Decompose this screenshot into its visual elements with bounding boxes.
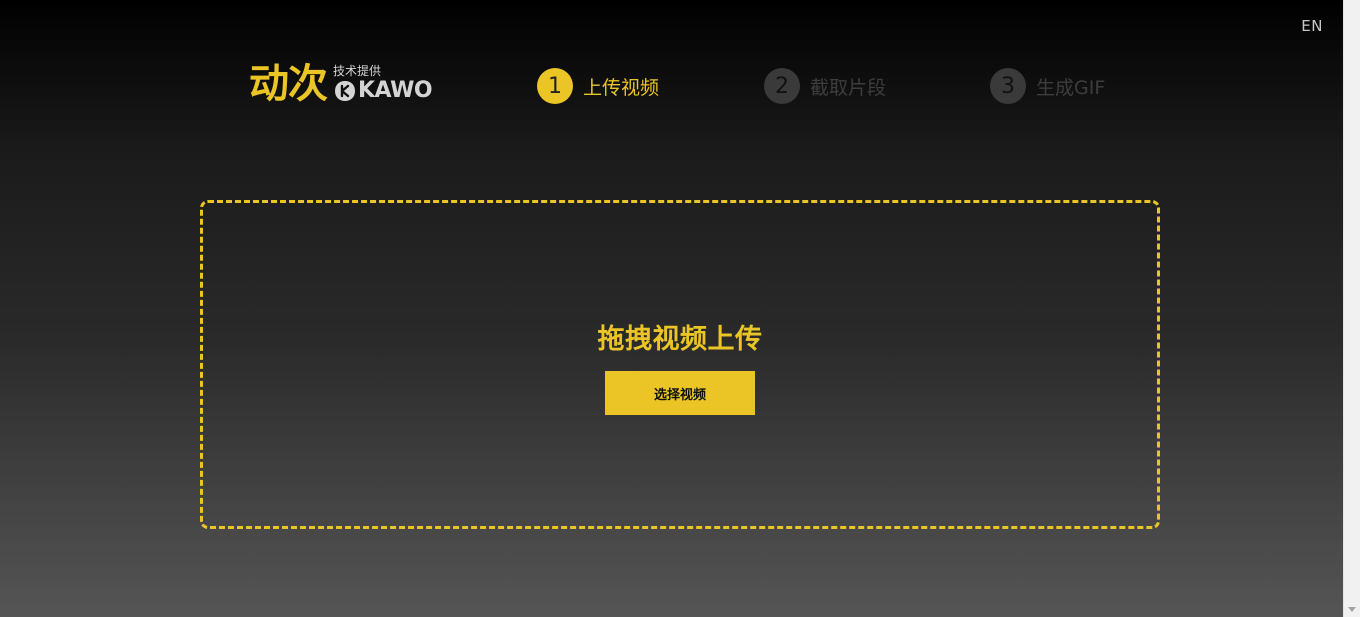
video-drop-zone[interactable]: 拖拽视频上传 选择视频 <box>200 200 1160 529</box>
drop-zone-title: 拖拽视频上传 <box>597 324 763 355</box>
chevron-down-icon[interactable] <box>1348 607 1356 612</box>
step-number: 1 <box>537 68 573 104</box>
step-number: 2 <box>764 68 800 104</box>
step-upload-video: 1 上传视频 <box>537 68 659 104</box>
step-label: 生成GIF <box>1036 76 1106 99</box>
choose-video-button[interactable]: 选择视频 <box>605 371 755 415</box>
logo-tagline: 技术提供 <box>333 64 382 78</box>
page-background: EN 动次 技术提供 KAWO 1 上传视频 2 截取片段 3 生成GIF 拖拽… <box>0 0 1343 617</box>
step-label: 截取片段 <box>810 76 887 99</box>
kawo-logo-icon <box>335 81 355 101</box>
logo-brand-text: KAWO <box>358 78 433 103</box>
logo-side: 技术提供 KAWO <box>333 64 433 103</box>
step-number: 3 <box>990 68 1026 104</box>
vertical-scrollbar[interactable] <box>1343 0 1360 617</box>
logo-brand: KAWO <box>333 78 433 103</box>
logo[interactable]: 动次 技术提供 KAWO <box>249 61 433 108</box>
logo-main-text: 动次 <box>249 61 328 107</box>
step-trim-clip: 2 截取片段 <box>764 68 886 104</box>
step-label: 上传视频 <box>583 76 660 99</box>
step-generate-gif: 3 生成GIF <box>990 68 1105 104</box>
language-toggle[interactable]: EN <box>1301 17 1323 35</box>
